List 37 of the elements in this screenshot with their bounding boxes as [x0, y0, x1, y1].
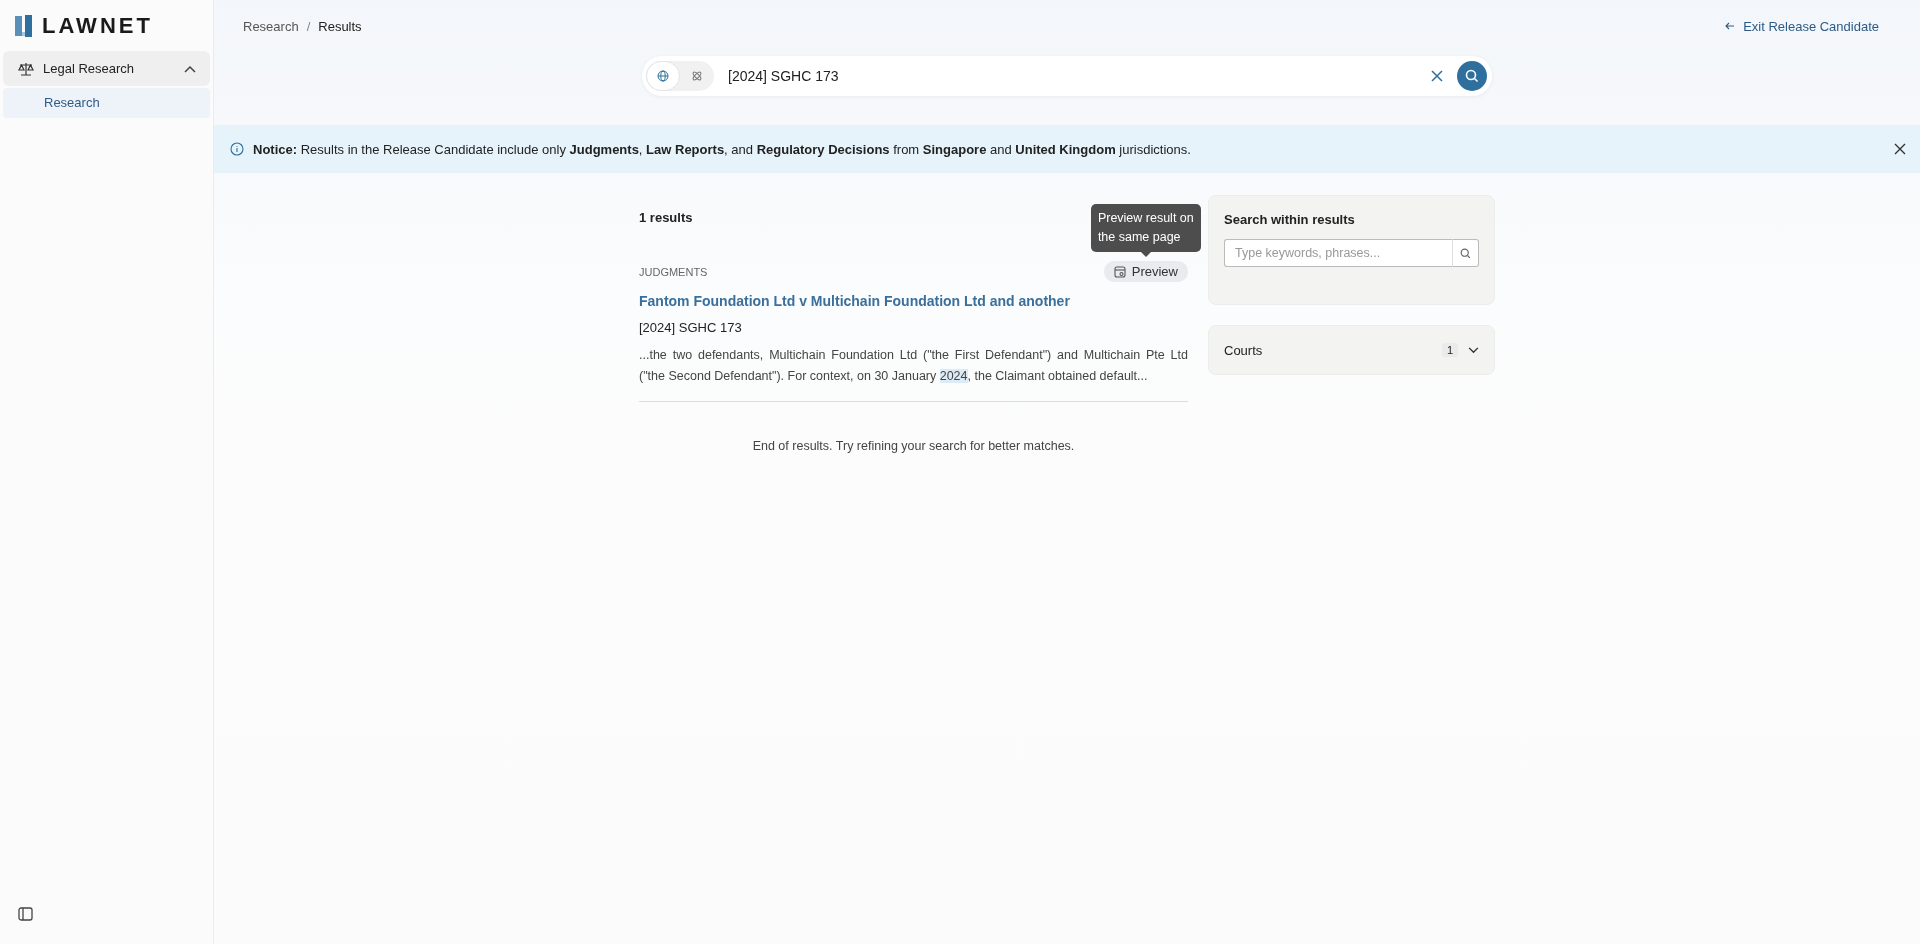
tooltip: Preview result on the same page — [1090, 204, 1201, 252]
logo-text: LAWNET — [42, 13, 153, 39]
close-icon[interactable] — [1431, 70, 1443, 82]
search-scope-toggle[interactable] — [646, 61, 680, 91]
result-title-link[interactable]: Fantom Foundation Ltd v Multichain Foundation Ltd and another — [639, 293, 1188, 309]
end-of-results-text: End of results. Try refining your search for better matches. — [751, 439, 1076, 453]
search-field[interactable]: [2024] SGHC 173 — [728, 68, 1431, 84]
logo-icon — [14, 14, 34, 38]
facet-label: Courts — [1224, 342, 1264, 358]
input-field[interactable]: Type keywords, phrases... — [1224, 239, 1452, 267]
exit-link[interactable]: Exit Release Candidate — [1725, 18, 1879, 34]
globe-icon — [657, 70, 669, 82]
result-category: JUDGMENTS — [639, 265, 708, 278]
nav-item[interactable]: Research — [3, 88, 210, 118]
notice-text: Notice: Results in the Release Candidate include only Judgments, Law Reports, and Regulatory Decisions from Singapore and United Kingdom jurisdictions. — [253, 141, 1192, 157]
filter-facet[interactable]: Courts 1 — [1208, 325, 1495, 375]
close-icon[interactable] — [1894, 143, 1906, 155]
result-snippet: ...the two defendants, Multichain Foundation Ltd ("the First Defendant") and Multichain Pte Ltd ("the Second Defendant"). For context, on 30 January 2024, the Claimant obtained default... — [639, 345, 1188, 402]
preview-button[interactable]: Preview — [1103, 261, 1188, 282]
sidebar-toggle-icon[interactable] — [18, 907, 33, 921]
preview-icon — [1113, 265, 1126, 278]
result-citation: [2024] SGHC 173 — [639, 320, 743, 335]
scales-icon — [18, 61, 34, 76]
breadcrumb-item: Results — [318, 18, 362, 34]
info-icon — [230, 142, 244, 156]
breadcrumb-separator: / — [306, 18, 311, 34]
search-bar[interactable]: [2024] SGHC 173 — [642, 56, 1492, 96]
nav-group-item[interactable]: Legal Research — [3, 51, 210, 86]
search-button[interactable] — [1457, 61, 1487, 91]
facet-count: 1 — [1441, 343, 1458, 357]
arrow-left-icon — [1725, 22, 1736, 30]
search-icon — [1465, 69, 1479, 83]
breadcrumb-item[interactable]: Research — [243, 18, 299, 34]
panel-title: Search within results — [1224, 212, 1356, 227]
result-count: 1 results — [639, 210, 693, 225]
atom-icon — [691, 70, 703, 82]
search-icon[interactable] — [1460, 247, 1471, 259]
